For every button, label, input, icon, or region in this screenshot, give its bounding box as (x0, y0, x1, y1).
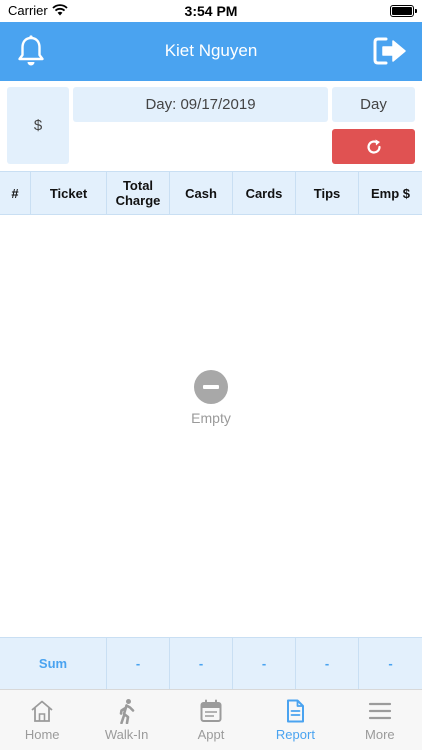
tab-bar: Home Walk-In Appt Report More (0, 689, 422, 750)
status-bar: Carrier 3:54 PM (0, 0, 422, 22)
sum-cash: - (169, 638, 232, 689)
sum-label: Sum (38, 656, 68, 671)
sum-total-charge: - (106, 638, 169, 689)
home-icon (31, 700, 53, 722)
walking-person-icon (119, 699, 134, 724)
tab-walk-in-label: Walk-In (104, 727, 149, 742)
sum-cards: - (232, 638, 295, 689)
tab-report[interactable]: Report (253, 690, 337, 750)
tab-walk-in[interactable]: Walk-In (84, 690, 168, 750)
empty-state: Empty (0, 370, 422, 426)
refresh-button[interactable] (332, 129, 415, 164)
tab-report-label: Report (275, 727, 315, 742)
tab-home[interactable]: Home (0, 690, 84, 750)
menu-icon (368, 702, 391, 720)
minus-circle-icon (194, 370, 228, 404)
tab-home-label: Home (24, 727, 60, 742)
logout-icon[interactable] (372, 35, 408, 67)
tab-appt[interactable]: Appt (169, 690, 253, 750)
column-header-cash[interactable]: Cash (169, 172, 232, 214)
period-selector[interactable]: Day (332, 87, 415, 122)
column-header-number[interactable]: # (0, 172, 30, 214)
clock: 3:54 PM (184, 3, 238, 19)
column-header-tips[interactable]: Tips (295, 172, 358, 214)
currency-selector[interactable]: $ (7, 87, 69, 164)
battery-icon (390, 5, 417, 17)
refresh-icon (366, 139, 381, 154)
calendar-icon (200, 699, 222, 722)
column-header-ticket[interactable]: Ticket (30, 172, 106, 214)
sum-emp: - (358, 638, 422, 689)
column-header-emp[interactable]: Emp $ (358, 172, 422, 214)
page-title: Kiet Nguyen (164, 41, 258, 60)
sum-tips: - (295, 638, 358, 689)
table-header: # Ticket Total Charge Cash Cards Tips Em… (0, 171, 422, 215)
tab-appt-label: Appt (197, 727, 225, 742)
nav-bar: Kiet Nguyen (0, 22, 422, 81)
column-header-cards[interactable]: Cards (232, 172, 295, 214)
sum-row: Sum - - - - - (0, 637, 422, 689)
column-header-total-charge[interactable]: Total Charge (106, 172, 169, 214)
tab-more-label: More (365, 727, 395, 742)
tab-more[interactable]: More (338, 690, 422, 750)
document-icon (287, 699, 305, 723)
empty-label: Empty (191, 410, 231, 426)
date-picker[interactable]: Day: 09/17/2019 (73, 87, 328, 122)
